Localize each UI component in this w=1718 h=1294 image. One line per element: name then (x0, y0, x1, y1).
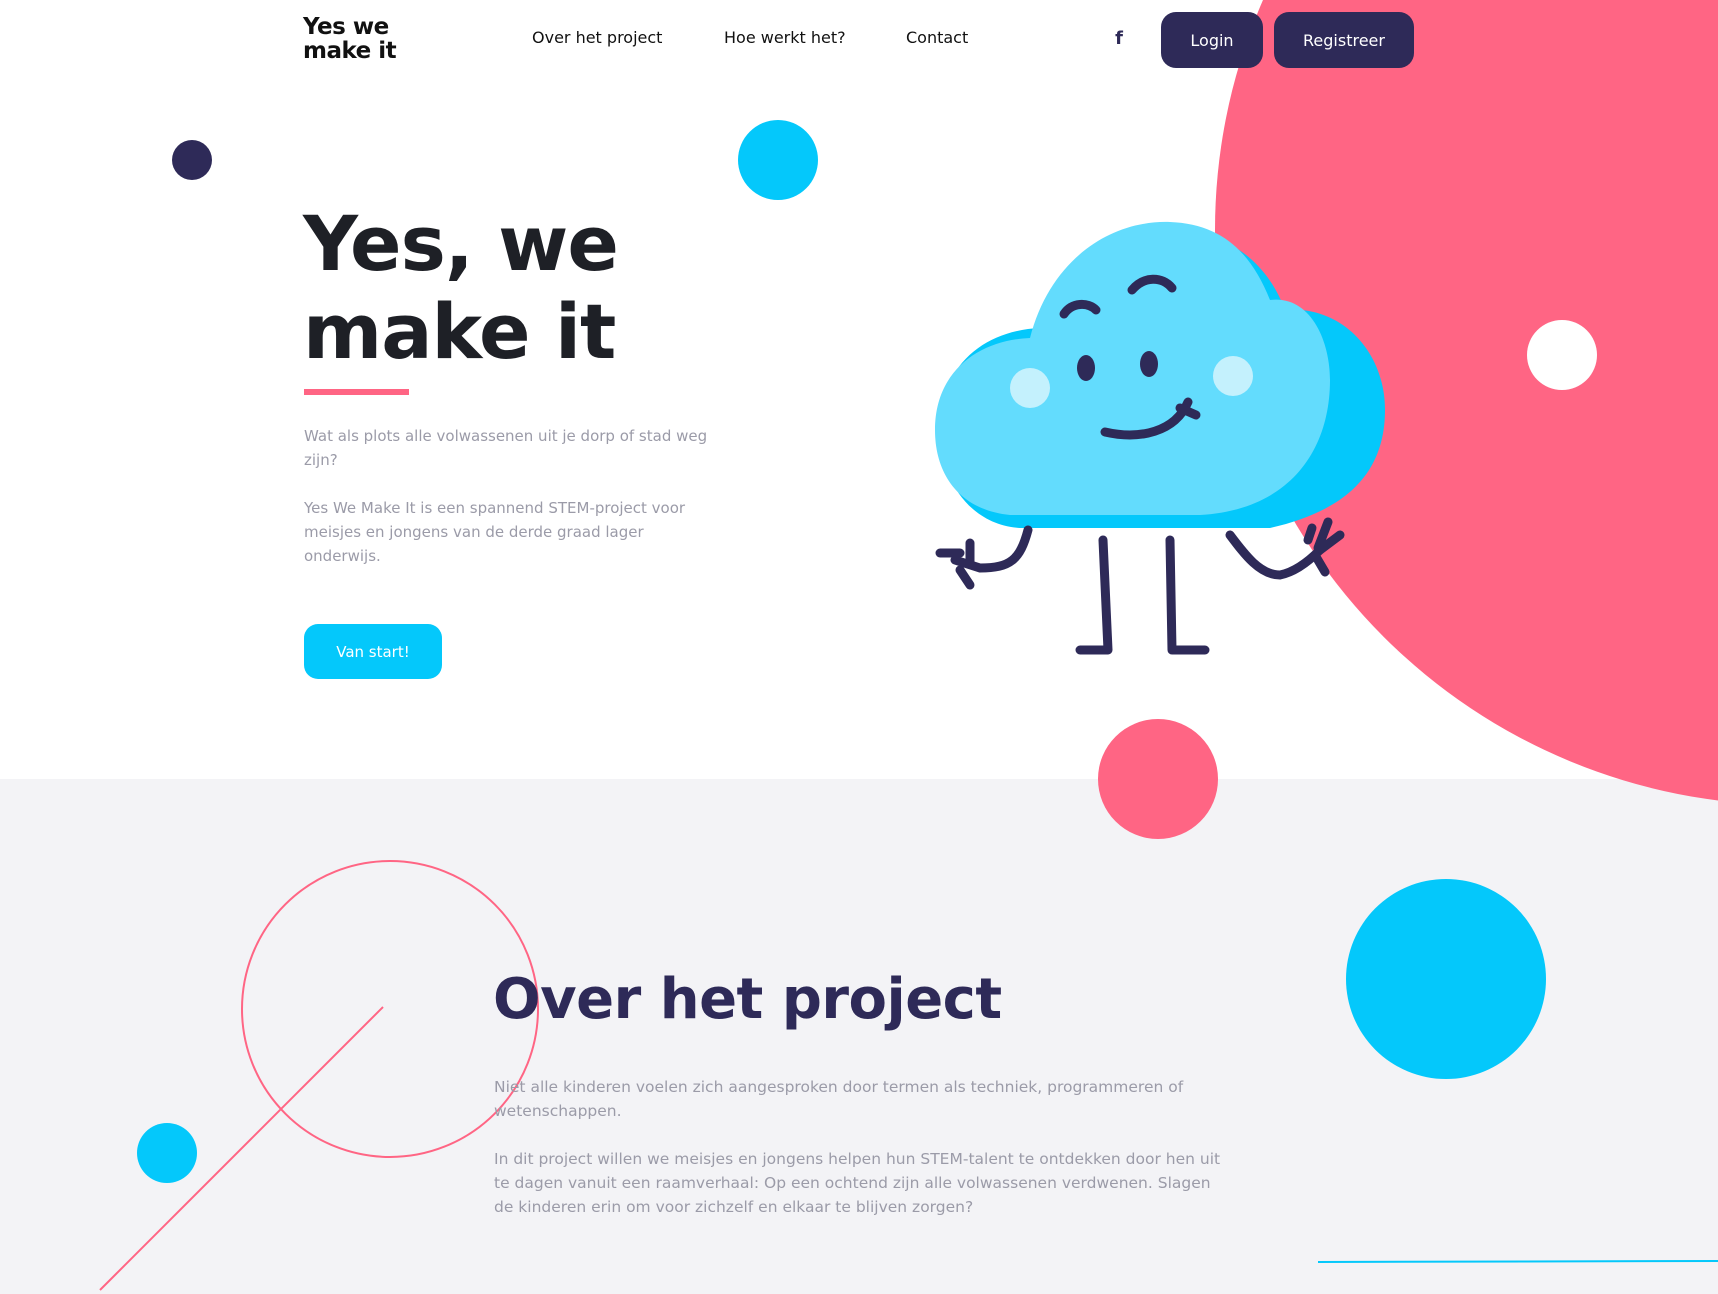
nav-link-hoe-werkt-het[interactable]: Hoe werkt het? (724, 28, 846, 47)
nav-link-contact[interactable]: Contact (906, 28, 968, 47)
cloud-mascot-illustration (935, 221, 1385, 655)
about-paragraph-1: Niet alle kinderen voelen zich aangespro… (494, 1078, 1184, 1120)
hero-paragraph-1: Wat als plots alle volwassenen uit je do… (304, 427, 708, 469)
large-cyan-dot-decoration (1346, 879, 1546, 1079)
van-start-button[interactable]: Van start! (304, 624, 442, 679)
hero-title-underline (304, 389, 409, 395)
small-cyan-dot-decoration (137, 1123, 197, 1183)
hero-title-line-2: make it (303, 287, 616, 376)
hero-paragraph-2: Yes We Make It is een spannend STEM-proj… (304, 499, 686, 565)
hero-title-line-1: Yes, we (303, 199, 619, 288)
about-paragraph-2: In dit project willen we meisjes en jong… (494, 1150, 1221, 1216)
site-logo[interactable]: Yes we make it (303, 15, 423, 63)
pink-dot-decoration (1098, 719, 1218, 839)
section-title-over-het-project: Over het project (493, 967, 1002, 1032)
navy-dot-decoration (172, 140, 212, 180)
hero-title: Yes, we make it (303, 200, 723, 376)
white-dot-decoration (1527, 320, 1597, 390)
nav-link-over-het-project[interactable]: Over het project (532, 28, 662, 47)
landing-page: Yes we make it Over het project Hoe werk… (0, 0, 1718, 1294)
facebook-icon[interactable]: f (1111, 28, 1127, 50)
login-button[interactable]: Login (1161, 12, 1263, 68)
cyan-dot-decoration (738, 120, 818, 200)
register-button[interactable]: Registreer (1274, 12, 1414, 68)
